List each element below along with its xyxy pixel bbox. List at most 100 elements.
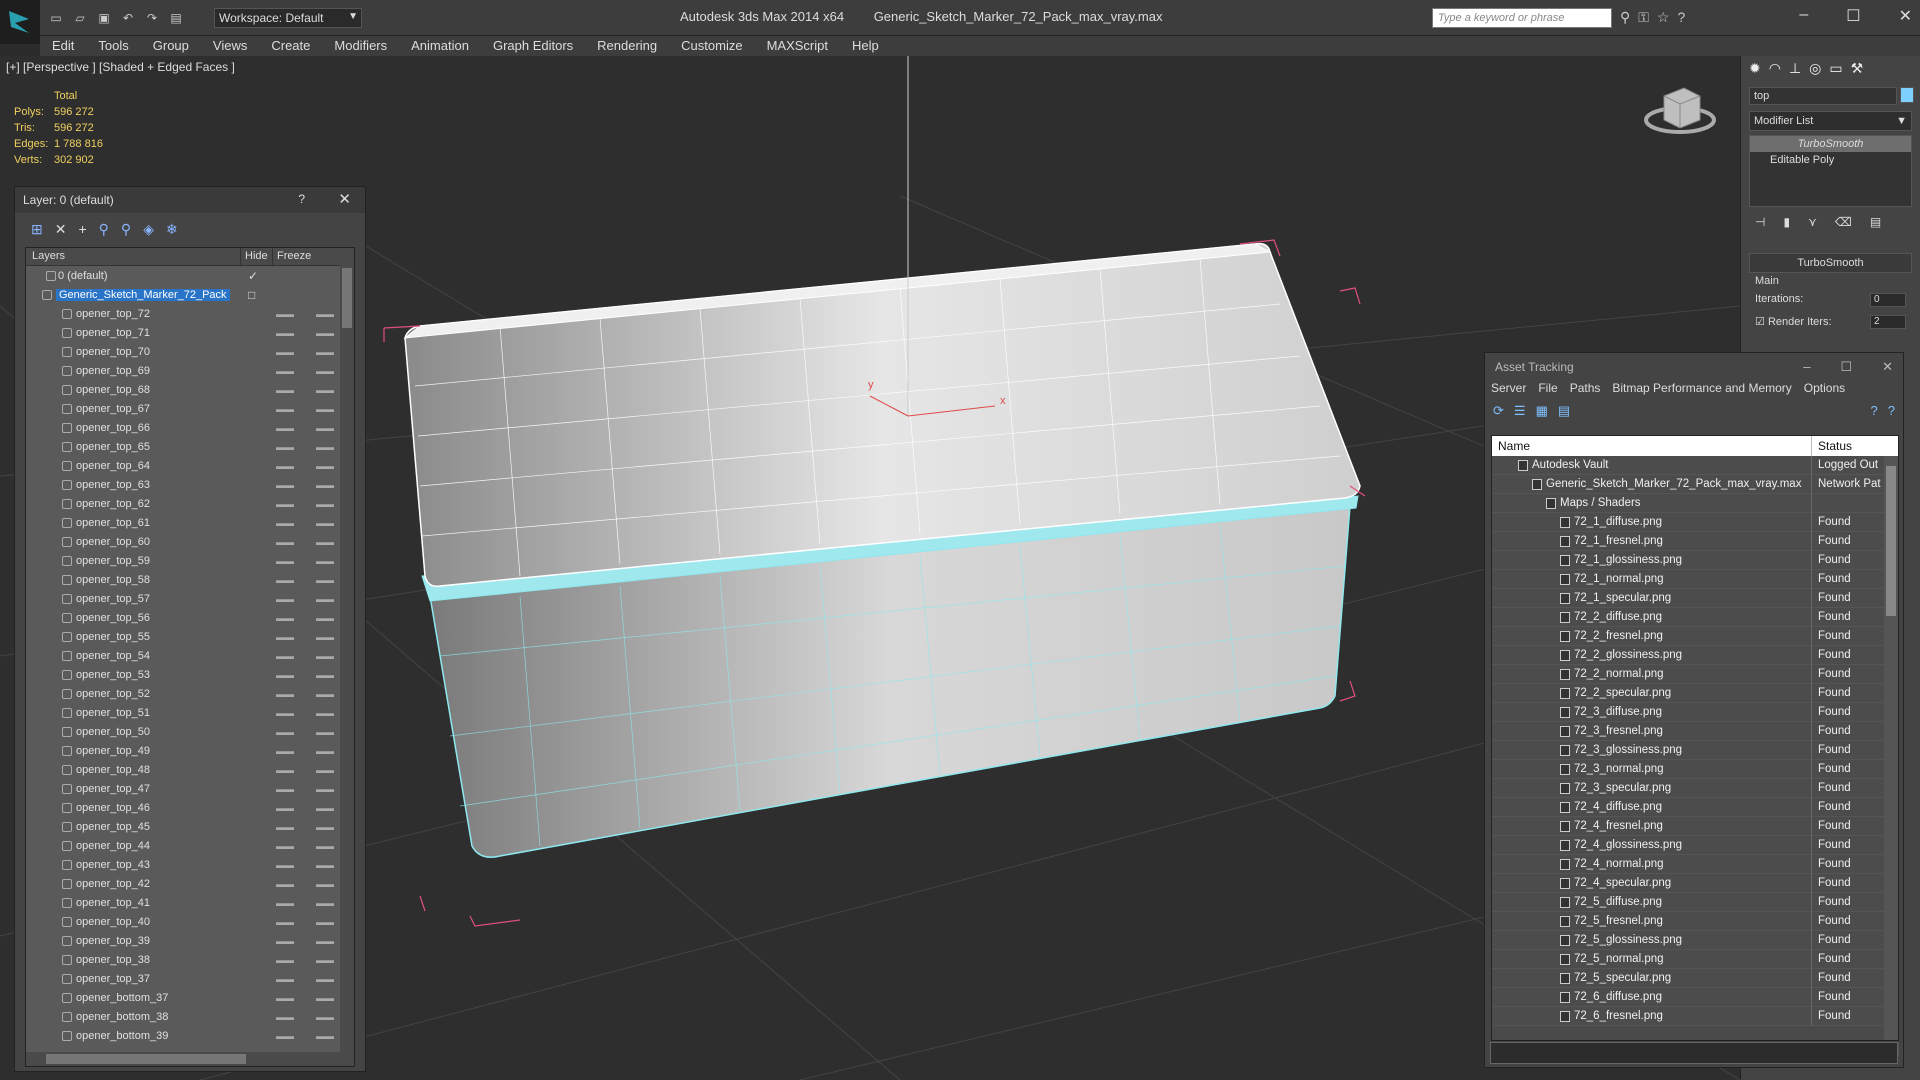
hide-toggle[interactable]: ▬▬ [276, 936, 294, 946]
layer-row[interactable]: opener_top_44 ▬▬ ▬▬ [26, 836, 354, 855]
asset-row[interactable]: 72_4_diffuse.png Found [1492, 797, 1898, 817]
menu-help[interactable]: Help [840, 36, 891, 56]
freeze-toggle[interactable]: ▬▬ [316, 898, 334, 908]
freeze-toggle[interactable]: ▬▬ [316, 727, 334, 737]
close-button[interactable]: ✕ [338, 190, 351, 208]
scroll-thumb[interactable] [342, 268, 352, 328]
layer-row[interactable]: opener_top_48 ▬▬ ▬▬ [26, 760, 354, 779]
freeze-toggle[interactable]: ▬▬ [316, 1012, 334, 1022]
close-icon[interactable]: ✕ [1882, 359, 1893, 375]
search-input[interactable]: Type a keyword or phrase [1432, 8, 1612, 28]
layer-row[interactable]: opener_top_45 ▬▬ ▬▬ [26, 817, 354, 836]
favorites-star-icon[interactable]: ☆ [1657, 9, 1670, 26]
object-color-swatch[interactable] [1900, 87, 1914, 103]
hide-toggle[interactable]: ▬▬ [276, 860, 294, 870]
freeze-toggle[interactable]: ▬▬ [316, 404, 334, 414]
hide-toggle[interactable]: ▬▬ [276, 461, 294, 471]
hide-toggle[interactable]: ▬▬ [276, 480, 294, 490]
hide-toggle[interactable]: ▬▬ [276, 366, 294, 376]
subscription-icon[interactable]: ⚿ [1638, 9, 1649, 26]
hide-toggle[interactable]: ▬▬ [276, 309, 294, 319]
layer-row[interactable]: opener_top_61 ▬▬ ▬▬ [26, 513, 354, 532]
menu-animation[interactable]: Animation [399, 36, 481, 56]
freeze-toggle[interactable]: ▬▬ [316, 879, 334, 889]
freeze-toggle[interactable]: ▬▬ [316, 499, 334, 509]
layer-row[interactable]: opener_top_56 ▬▬ ▬▬ [26, 608, 354, 627]
workspace-dropdown[interactable]: Workspace: Default ▼ [214, 8, 362, 28]
layer-row-selected[interactable]: Generic_Sketch_Marker_72_Pack □ [26, 285, 354, 304]
new-file-icon[interactable]: ▭ [46, 9, 66, 27]
hide-toggle[interactable]: ▬▬ [276, 898, 294, 908]
menu-rendering[interactable]: Rendering [585, 36, 669, 56]
hide-toggle[interactable]: ▬▬ [276, 727, 294, 737]
layer-row[interactable]: opener_top_66 ▬▬ ▬▬ [26, 418, 354, 437]
hide-toggle[interactable]: ▬▬ [276, 442, 294, 452]
layer-row[interactable]: opener_top_39 ▬▬ ▬▬ [26, 931, 354, 950]
layer-row[interactable]: opener_top_41 ▬▬ ▬▬ [26, 893, 354, 912]
show-end-result-icon[interactable]: ▮ [1783, 215, 1790, 229]
freeze-toggle[interactable]: ▬▬ [316, 309, 334, 319]
asset-row[interactable]: 72_5_normal.png Found [1492, 949, 1898, 969]
layer-row[interactable]: opener_bottom_38 ▬▬ ▬▬ [26, 1007, 354, 1026]
display-tab-icon[interactable]: ▭ [1829, 60, 1842, 77]
modifier-list-dropdown[interactable]: Modifier List ▼ [1749, 111, 1912, 131]
asset-row[interactable]: 72_3_glossiness.png Found [1492, 740, 1898, 760]
asset-row[interactable]: 72_3_diffuse.png Found [1492, 702, 1898, 722]
asset-row[interactable]: 72_6_fresnel.png Found [1492, 1006, 1898, 1026]
freeze-toggle[interactable]: ▬▬ [316, 328, 334, 338]
asset-row[interactable]: 72_5_glossiness.png Found [1492, 930, 1898, 950]
iterations-spinner[interactable]: 0 [1870, 293, 1906, 307]
asset-vertical-scrollbar[interactable] [1884, 456, 1898, 1040]
layer-row[interactable]: opener_top_60 ▬▬ ▬▬ [26, 532, 354, 551]
col-status[interactable]: Status [1812, 436, 1858, 456]
hide-toggle[interactable]: ▬▬ [276, 993, 294, 1003]
layer-row[interactable]: opener_top_62 ▬▬ ▬▬ [26, 494, 354, 513]
hide-toggle[interactable]: ▬▬ [276, 765, 294, 775]
menu-edit[interactable]: Edit [40, 36, 86, 56]
layer-row[interactable]: opener_top_72 ▬▬ ▬▬ [26, 304, 354, 323]
hide-toggle[interactable]: ▬▬ [276, 423, 294, 433]
freeze-toggle[interactable]: ▬▬ [316, 974, 334, 984]
modify-tab-icon[interactable]: ◠ [1769, 60, 1781, 77]
asset-menu-bitmap[interactable]: Bitmap Performance and Memory [1612, 381, 1791, 399]
hide-toggle[interactable]: ▬▬ [276, 955, 294, 965]
asset-row[interactable]: 72_3_fresnel.png Found [1492, 721, 1898, 741]
freeze-toggle[interactable]: ▬▬ [316, 784, 334, 794]
viewcube-icon[interactable] [1644, 87, 1716, 134]
add-selection-icon[interactable]: + [78, 221, 86, 237]
asset-row[interactable]: 72_4_fresnel.png Found [1492, 816, 1898, 836]
hide-toggle[interactable]: ▬▬ [276, 499, 294, 509]
hide-toggle[interactable]: ▬▬ [276, 689, 294, 699]
hide-toggle[interactable]: ▬▬ [276, 822, 294, 832]
help-icon[interactable]: ? [1677, 9, 1685, 26]
hide-toggle[interactable]: ▬▬ [276, 746, 294, 756]
asset-menu-paths[interactable]: Paths [1570, 381, 1601, 399]
render-iters-spinner[interactable]: 2 [1870, 315, 1906, 329]
stack-item-editable-poly[interactable]: Editable Poly [1750, 152, 1911, 168]
redo-icon[interactable]: ↷ [142, 9, 162, 27]
asset-row[interactable]: 72_1_specular.png Found [1492, 588, 1898, 608]
freeze-toggle[interactable]: ▬▬ [316, 575, 334, 585]
remove-modifier-icon[interactable]: ⌫ [1835, 215, 1852, 229]
freeze-toggle[interactable]: ▬▬ [316, 860, 334, 870]
hide-toggle[interactable]: ▬▬ [276, 556, 294, 566]
layer-row[interactable]: opener_top_42 ▬▬ ▬▬ [26, 874, 354, 893]
hide-toggle[interactable]: ▬▬ [276, 1031, 294, 1041]
project-folder-icon[interactable]: ▤ [166, 9, 186, 27]
layer-row[interactable]: opener_top_63 ▬▬ ▬▬ [26, 475, 354, 494]
asset-row[interactable]: Autodesk Vault Logged Out [1492, 455, 1898, 475]
freeze-toggle[interactable]: ▬▬ [316, 480, 334, 490]
layer-row[interactable]: opener_top_59 ▬▬ ▬▬ [26, 551, 354, 570]
viewport-label[interactable]: [+] [Perspective ] [Shaded + Edged Faces… [6, 60, 235, 74]
freeze-toggle[interactable]: ▬▬ [316, 632, 334, 642]
freeze-toggle[interactable]: ▬▬ [316, 613, 334, 623]
hide-toggle[interactable]: ▬▬ [276, 1012, 294, 1022]
freeze-toggle[interactable]: ▬▬ [316, 347, 334, 357]
asset-row[interactable]: 72_4_normal.png Found [1492, 854, 1898, 874]
hide-toggle[interactable]: ▬▬ [276, 670, 294, 680]
render-iters-checkbox[interactable]: ☑ [1755, 316, 1765, 328]
layer-row[interactable]: opener_top_49 ▬▬ ▬▬ [26, 741, 354, 760]
vault-help-icon[interactable]: ? [1871, 403, 1878, 419]
refresh-icon[interactable]: ⟳ [1493, 403, 1504, 419]
freeze-toggle[interactable]: ▬▬ [316, 518, 334, 528]
